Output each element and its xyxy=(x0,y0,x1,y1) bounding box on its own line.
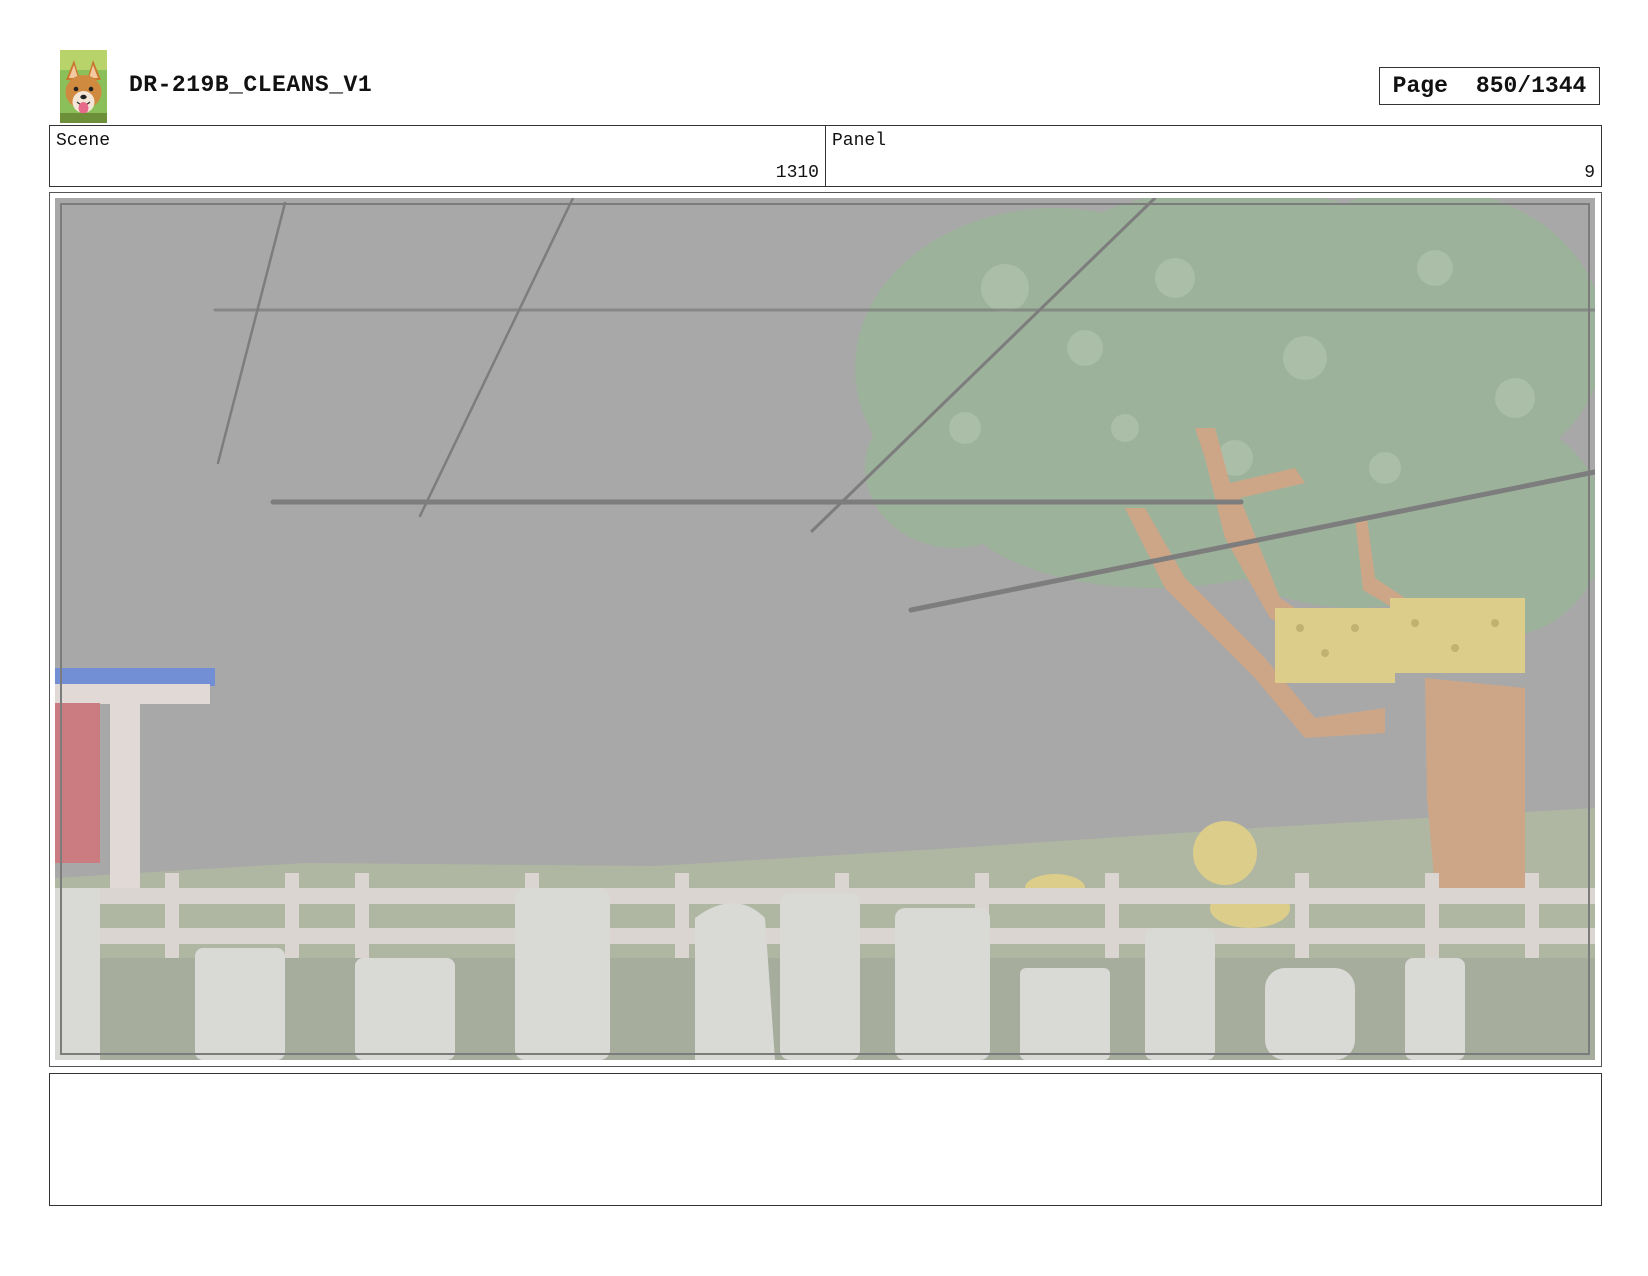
project-title: DR-219B_CLEANS_V1 xyxy=(129,72,373,98)
scene-cell: Scene 1310 xyxy=(50,126,825,186)
page-number: 850/1344 xyxy=(1475,73,1587,99)
notes-box xyxy=(49,1073,1602,1206)
panel-label: Panel xyxy=(832,131,887,151)
panel-overlay xyxy=(55,198,1595,1060)
storyboard-panel-image xyxy=(55,198,1595,1060)
dog-logo-icon xyxy=(60,50,107,123)
panel-value: 9 xyxy=(1584,163,1595,183)
storyboard-panel-frame xyxy=(49,192,1602,1067)
scene-panel-info-row: Scene 1310 Panel 9 xyxy=(49,125,1602,187)
panel-cell: Panel 9 xyxy=(825,126,1601,186)
scene-value: 1310 xyxy=(775,163,819,183)
page-label: Page xyxy=(1392,73,1448,99)
scene-label: Scene xyxy=(56,131,111,151)
page-indicator: Page 850/1344 xyxy=(1379,67,1600,105)
